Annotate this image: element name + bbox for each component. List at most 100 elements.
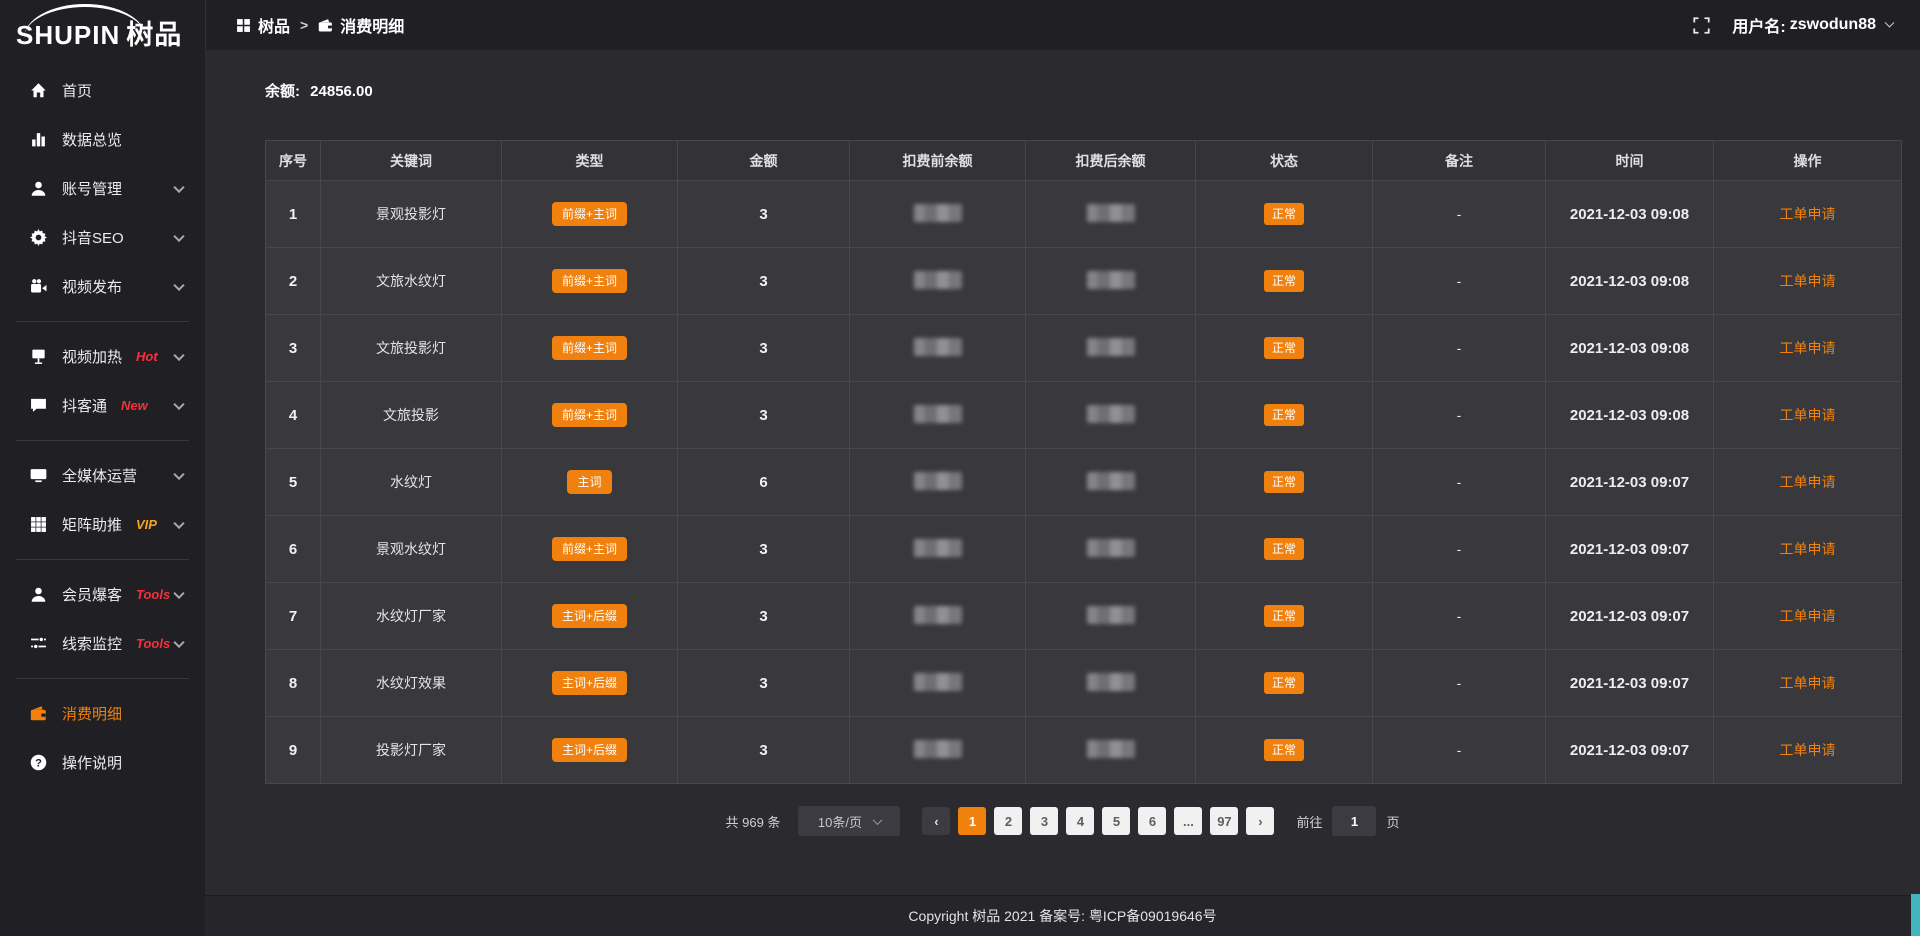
cell-keyword: 水纹灯厂家 xyxy=(321,583,502,650)
cell-time: 2021-12-03 09:08 xyxy=(1546,315,1714,382)
page-button-3[interactable]: 3 xyxy=(1030,807,1058,835)
goto-suffix: 页 xyxy=(1386,812,1399,831)
work-order-link[interactable]: 工单申请 xyxy=(1780,675,1836,691)
blurred-value xyxy=(1087,673,1135,691)
work-order-link[interactable]: 工单申请 xyxy=(1780,742,1836,758)
cell-status: 正常 xyxy=(1196,382,1373,449)
fullscreen-icon[interactable] xyxy=(1693,17,1710,34)
work-order-link[interactable]: 工单申请 xyxy=(1780,407,1836,423)
blurred-value xyxy=(1087,271,1135,289)
chevron-down-icon xyxy=(173,587,184,598)
status-badge: 正常 xyxy=(1264,739,1304,761)
page-size-select[interactable]: 10条/页 xyxy=(798,806,900,836)
work-order-link[interactable]: 工单申请 xyxy=(1780,206,1836,222)
sidebar-item-全媒体运营[interactable]: 全媒体运营 xyxy=(0,451,205,500)
cell-keyword: 水纹灯 xyxy=(321,449,502,516)
cell-status: 正常 xyxy=(1196,516,1373,583)
consumption-table: 序号关键词类型金额扣费前余额扣费后余额状态备注时间操作 1景观投影灯前缀+主词3… xyxy=(265,140,1902,784)
cell-action: 工单申请 xyxy=(1714,717,1902,784)
blurred-value xyxy=(914,338,962,356)
column-header: 备注 xyxy=(1373,141,1546,181)
page-button-6[interactable]: 6 xyxy=(1138,807,1166,835)
status-badge: 正常 xyxy=(1264,337,1304,359)
sidebar-menu: 首页数据总览账号管理抖音SEO 视频发布视频加热Hot抖客通New 全媒体运营矩阵助… xyxy=(0,58,205,787)
column-header: 操作 xyxy=(1714,141,1902,181)
cell-remark: - xyxy=(1373,449,1546,516)
work-order-link[interactable]: 工单申请 xyxy=(1780,608,1836,624)
cell-remark: - xyxy=(1373,248,1546,315)
sidebar-item-抖音SEO[interactable]: 抖音SEO xyxy=(0,213,205,262)
page-button-4[interactable]: 4 xyxy=(1066,807,1094,835)
more-pages-button[interactable]: ... xyxy=(1174,807,1202,835)
cell-time: 2021-12-03 09:07 xyxy=(1546,650,1714,717)
breadcrumb-separator: > xyxy=(300,17,308,33)
cell-remark: - xyxy=(1373,583,1546,650)
monitor-icon xyxy=(30,467,47,484)
column-header: 状态 xyxy=(1196,141,1373,181)
side-widget[interactable] xyxy=(1911,894,1920,936)
cell-no: 1 xyxy=(266,181,321,248)
cell-amount: 3 xyxy=(678,382,850,449)
brand-logo[interactable]: SHUPIN树品 xyxy=(0,0,205,58)
blurred-value xyxy=(1087,740,1135,758)
page-button-97[interactable]: 97 xyxy=(1210,807,1238,835)
sidebar-item-首页[interactable]: 首页 xyxy=(0,66,205,115)
sidebar-item-矩阵助推[interactable]: 矩阵助推VIP xyxy=(0,500,205,549)
page-button-5[interactable]: 5 xyxy=(1102,807,1130,835)
work-order-link[interactable]: 工单申请 xyxy=(1780,541,1836,557)
blurred-value xyxy=(914,472,962,490)
type-badge: 前缀+主词 xyxy=(552,403,627,427)
blurred-value xyxy=(914,673,962,691)
sidebar-item-消费明细[interactable]: 消费明细 xyxy=(0,689,205,738)
cell-status: 正常 xyxy=(1196,315,1373,382)
work-order-link[interactable]: 工单申请 xyxy=(1780,273,1836,289)
cell-time: 2021-12-03 09:08 xyxy=(1546,181,1714,248)
next-page-button[interactable]: › xyxy=(1246,807,1274,835)
consumption-table-wrap: 序号关键词类型金额扣费前余额扣费后余额状态备注时间操作 1景观投影灯前缀+主词3… xyxy=(265,140,1902,784)
blurred-value xyxy=(914,539,962,557)
sidebar-item-badge: VIP xyxy=(136,517,157,532)
sidebar-item-视频加热[interactable]: 视频加热Hot xyxy=(0,332,205,381)
sidebar-item-label: 抖音SEO xyxy=(62,227,124,248)
blurred-value xyxy=(1087,606,1135,624)
column-header: 时间 xyxy=(1546,141,1714,181)
sidebar-item-数据总览[interactable]: 数据总览 xyxy=(0,115,205,164)
cell-amount: 3 xyxy=(678,315,850,382)
grid-icon xyxy=(30,516,47,533)
balance: 余额: 24856.00 xyxy=(265,80,373,101)
page-button-2[interactable]: 2 xyxy=(994,807,1022,835)
balance-label: 余额: xyxy=(265,83,300,100)
blurred-value xyxy=(1087,405,1135,423)
pagination-total: 共 969 条 xyxy=(726,812,781,831)
sidebar-item-账号管理[interactable]: 账号管理 xyxy=(0,164,205,213)
goto-page-input[interactable] xyxy=(1332,806,1376,836)
work-order-link[interactable]: 工单申请 xyxy=(1780,340,1836,356)
wallet-icon xyxy=(318,18,333,33)
cell-balance-after xyxy=(1026,516,1196,583)
sidebar-item-badge: Tools xyxy=(136,587,170,602)
breadcrumb-current-label: 消费明细 xyxy=(340,13,404,37)
cell-type: 前缀+主词 xyxy=(502,248,678,315)
sidebar-item-label: 视频发布 xyxy=(62,276,122,297)
type-badge: 前缀+主词 xyxy=(552,202,627,226)
cell-type: 前缀+主词 xyxy=(502,181,678,248)
prev-page-button[interactable]: ‹ xyxy=(922,807,950,835)
video-camera-icon xyxy=(30,278,47,295)
page-button-1[interactable]: 1 xyxy=(958,807,986,835)
type-badge: 主词+后缀 xyxy=(552,604,627,628)
sidebar-item-线索监控[interactable]: 线索监控Tools xyxy=(0,619,205,668)
chevron-down-icon xyxy=(873,815,883,825)
breadcrumb-home[interactable]: 树品 xyxy=(236,13,290,37)
sidebar-item-会员爆客[interactable]: 会员爆客Tools xyxy=(0,570,205,619)
wallet-icon xyxy=(30,705,47,722)
cell-balance-after xyxy=(1026,382,1196,449)
user-dropdown[interactable]: 用户名: zswodun88 xyxy=(1732,13,1893,37)
sidebar-item-抖客通[interactable]: 抖客通New xyxy=(0,381,205,430)
cell-time: 2021-12-03 09:07 xyxy=(1546,449,1714,516)
sidebar-item-操作说明[interactable]: ?操作说明 xyxy=(0,738,205,787)
cell-amount: 3 xyxy=(678,583,850,650)
work-order-link[interactable]: 工单申请 xyxy=(1780,474,1836,490)
cell-action: 工单申请 xyxy=(1714,449,1902,516)
sidebar-item-视频发布[interactable]: 视频发布 xyxy=(0,262,205,311)
breadcrumb-current[interactable]: 消费明细 xyxy=(318,13,404,37)
